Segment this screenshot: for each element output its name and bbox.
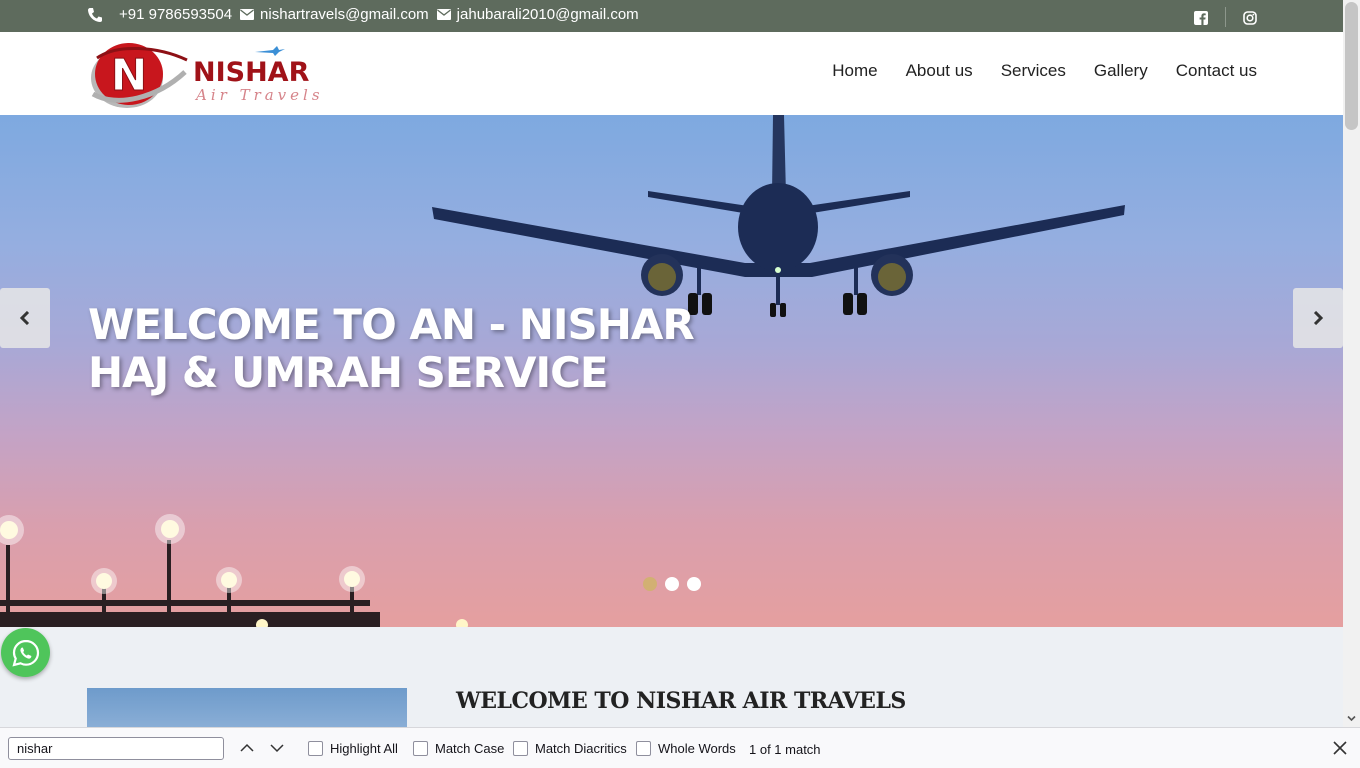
nav-about-us[interactable]: About us [906, 61, 973, 81]
slider-dots [643, 577, 701, 591]
airplane [432, 115, 1125, 317]
whatsapp-button[interactable] [1, 628, 50, 677]
slider-next-button[interactable] [1293, 288, 1343, 348]
find-next-icon[interactable] [269, 741, 285, 755]
scroll-down-arrow-icon[interactable] [1345, 712, 1358, 725]
social-divider [1225, 7, 1226, 27]
whatsapp-icon [11, 639, 39, 667]
match-case-checkbox[interactable]: Match Case [413, 741, 504, 756]
match-diacritics-label: Match Diacritics [535, 741, 627, 756]
highlight-all-label: Highlight All [330, 741, 398, 756]
slider-dot-3[interactable] [687, 577, 701, 591]
chevron-right-icon [1313, 311, 1324, 325]
hero-heading: WELCOME TO AN - NISHAR HAJ & UMRAH SERVI… [88, 300, 695, 397]
site-header: N NISHAR Air Travels Home About us Servi… [0, 32, 1343, 115]
slider-dot-2[interactable] [665, 577, 679, 591]
welcome-image [87, 688, 407, 727]
nav-services[interactable]: Services [1001, 61, 1066, 81]
logo-letter: N [111, 50, 148, 101]
nav-gallery[interactable]: Gallery [1094, 61, 1148, 81]
page-viewport: +91 9786593504 nishartravels@gmail.com j… [0, 0, 1343, 727]
runway-lights [0, 540, 380, 627]
email-link-2[interactable]: jahubarali2010@gmail.com [457, 6, 639, 23]
hero-slider: WELCOME TO AN - NISHAR HAJ & UMRAH SERVI… [0, 115, 1343, 627]
envelope-icon [240, 9, 255, 20]
envelope-icon [436, 9, 451, 20]
main-nav: Home About us Services Gallery Contact u… [832, 61, 1257, 81]
match-diacritics-checkbox[interactable]: Match Diacritics [513, 741, 627, 756]
contact-bar: +91 9786593504 nishartravels@gmail.com j… [0, 0, 1343, 32]
nav-home[interactable]: Home [832, 61, 877, 81]
checkbox-box[interactable] [636, 741, 651, 756]
site-logo[interactable]: N NISHAR Air Travels [87, 36, 347, 114]
checkbox-box[interactable] [308, 741, 323, 756]
highlight-all-checkbox[interactable]: Highlight All [308, 741, 398, 756]
close-icon[interactable] [1333, 741, 1347, 755]
find-bar: Highlight All Match Case Match Diacritic… [0, 727, 1360, 768]
whole-words-label: Whole Words [658, 741, 736, 756]
logo-tagline: Air Travels [194, 86, 324, 104]
checkbox-box[interactable] [513, 741, 528, 756]
slider-dot-1[interactable] [643, 577, 657, 591]
chevron-left-icon [19, 311, 30, 325]
instagram-icon[interactable] [1243, 11, 1257, 25]
email-link-1[interactable]: nishartravels@gmail.com [260, 6, 429, 23]
slider-prev-button[interactable] [0, 288, 50, 348]
phone-number[interactable]: +91 9786593504 [119, 6, 232, 23]
find-input[interactable] [8, 737, 224, 760]
whole-words-checkbox[interactable]: Whole Words [636, 741, 736, 756]
find-previous-icon[interactable] [239, 741, 255, 755]
match-case-label: Match Case [435, 741, 505, 756]
hero-heading-line-2: HAJ & UMRAH SERVICE [88, 348, 609, 397]
find-match-status: 1 of 1 match [749, 742, 821, 757]
logo-name: NISHAR [193, 57, 310, 88]
nav-contact-us[interactable]: Contact us [1176, 61, 1257, 81]
hero-heading-line-1: WELCOME TO AN - NISHAR [88, 300, 695, 349]
checkbox-box[interactable] [413, 741, 428, 756]
scrollbar-thumb[interactable] [1345, 2, 1358, 130]
phone-icon [88, 7, 102, 22]
welcome-title: WELCOME TO NISHAR AIR TRAVELS [456, 688, 906, 714]
facebook-icon[interactable] [1194, 11, 1208, 25]
